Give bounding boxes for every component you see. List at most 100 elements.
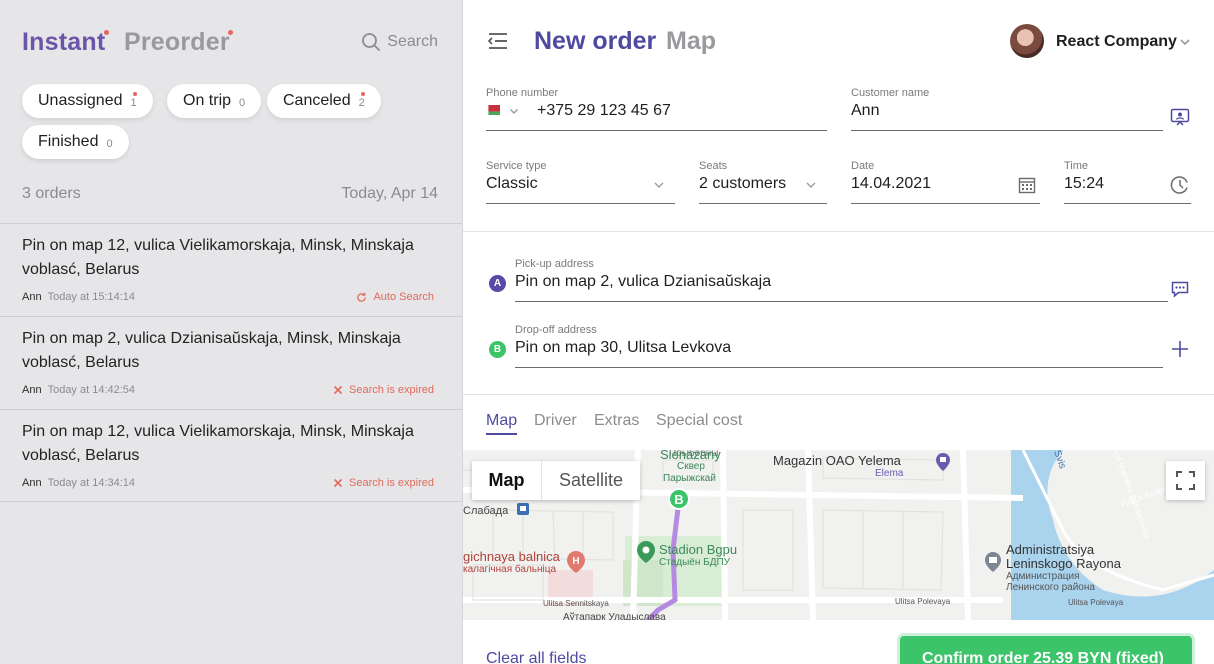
date-input[interactable]: 14.04.2021 [851,175,931,193]
notification-dot [132,92,137,96]
tab-instant[interactable]: Instant [22,28,109,57]
map-label: Elema [875,468,904,479]
order-footer: Clear all fields Confirm order 25.39 BYN… [463,620,1214,664]
phone-input[interactable]: +375 29 123 45 67 [537,102,671,120]
clock-icon[interactable] [1170,175,1190,195]
map-label: Ulitsa Polevaya [895,597,951,606]
field-underline [851,203,1040,204]
field-underline [1064,203,1191,204]
filter-chip-canceled[interactable]: Canceled 2 [267,84,381,118]
field-underline [515,301,1168,302]
filter-chip-on-trip[interactable]: On trip 0 [167,84,262,118]
order-time: Today at 14:34:14 [47,477,136,489]
order-item[interactable]: Pin on map 12, vulica Vielikamorskaja, M… [0,409,462,502]
order-status: Auto Search [356,291,434,303]
map-label: Ulitsa Sennitskaya [543,599,609,608]
menu-collapse-icon[interactable] [487,31,509,51]
notification-dot [360,92,365,96]
time-input[interactable]: 15:24 [1064,175,1104,193]
contact-card-icon[interactable] [1170,107,1190,127]
refresh-icon [357,292,367,302]
chip-count: 1 [130,97,137,109]
clear-all-fields-button[interactable]: Clear all fields [486,650,586,664]
field-underline [515,367,1163,368]
calendar-icon[interactable] [1018,176,1036,194]
dropoff-label: Drop-off address [515,324,597,336]
shopping-pin-icon [936,453,950,471]
route-marker-b[interactable]: B [668,488,690,510]
chevron-down-icon[interactable] [1179,36,1191,48]
tab-preorder-label: Preorder [124,28,230,56]
fullscreen-button[interactable] [1166,461,1205,500]
map-label: Ленинского района [1006,582,1095,593]
order-time: Today at 15:14:14 [47,291,136,303]
chevron-down-icon[interactable] [805,179,817,191]
close-icon [333,385,343,395]
confirm-order-button[interactable]: Confirm order 25.39 BYN (fixed) [900,636,1192,664]
chevron-down-icon[interactable] [653,179,665,191]
tab-special-cost[interactable]: Special cost [656,412,742,430]
order-item[interactable]: Pin on map 12, vulica Vielikamorskaja, M… [0,223,462,316]
dropoff-address-input[interactable]: Pin on map 30, Ulitsa Levkova [515,339,731,357]
map-view[interactable]: Прыборны Sienazany Сквер Парыжскай Слаба… [463,450,1214,620]
close-icon [333,478,343,488]
tab-extras[interactable]: Extras [594,412,639,430]
order-address: Pin on map 12, vulica Vielikamorskaja, M… [22,237,414,278]
bus-stop-icon [517,503,529,515]
tab-map-view[interactable]: Map [486,412,518,435]
company-name[interactable]: React Company [1056,33,1177,51]
comment-icon[interactable] [1170,279,1190,299]
tab-preorder[interactable]: Preorder [124,28,233,57]
search-button[interactable]: Search [361,32,438,52]
field-underline [486,203,675,204]
map-label: Стадыён БДПУ [659,557,731,568]
tab-map[interactable]: Map [666,27,716,56]
map-type-map-button[interactable]: Map [472,461,542,500]
seats-select[interactable]: 2 customers [699,175,786,193]
tab-new-order[interactable]: New order [534,27,656,56]
map-label: калагічная бальніца [463,564,557,575]
chip-label: Canceled [283,92,351,109]
orders-panel: Instant Preorder Search Unassigned 1 On … [0,0,463,664]
service-type-select[interactable]: Classic [486,175,538,193]
filter-chip-finished[interactable]: Finished 0 [22,125,129,159]
chip-count: 2 [358,97,365,109]
chip-label: Finished [38,133,99,150]
map-label: Administratsiya [1006,542,1095,557]
dropoff-marker-badge: B [489,341,506,358]
map-label: Сквер [677,461,705,472]
flag-icon[interactable] [486,105,500,115]
map-label: Слабада [463,505,509,517]
chevron-down-icon[interactable] [509,106,519,116]
order-status-text: Search is expired [349,477,434,489]
avatar[interactable] [1010,24,1044,58]
map-label: Ulitsa Polevaya [1068,598,1124,607]
map-label: Leninskogo Rayona [1006,556,1121,571]
order-meta: Ann Today at 14:34:14 [22,477,135,489]
seats-label: Seats [699,160,728,172]
search-icon [362,33,381,51]
orders-count: 3 orders [22,185,81,202]
map-type-toggle: Map Satellite [472,461,640,500]
map-label: Stadion Bgpu [659,542,738,557]
search-label: Search [387,33,438,50]
order-item[interactable]: Pin on map 2, vulica Dzianisaŭskaja, Min… [0,316,462,409]
filter-chip-unassigned[interactable]: Unassigned 1 [22,84,153,118]
map-type-satellite-button[interactable]: Satellite [542,461,640,500]
order-customer: Ann [22,384,42,396]
top-bar: New order Map React Company [463,0,1214,84]
pickup-address-input[interactable]: Pin on map 2, vulica Dzianisaŭskaja [515,273,771,291]
fullscreen-icon [1176,471,1195,490]
plus-icon[interactable] [1170,339,1190,359]
order-address: Pin on map 12, vulica Vielikamorskaja, M… [22,423,414,464]
field-underline [851,130,1163,131]
chip-count: 0 [239,97,246,109]
notification-dot [104,30,109,35]
map-label: Администрация [1006,571,1080,582]
chip-count: 0 [106,138,113,150]
field-underline [486,130,827,131]
order-address: Pin on map 2, vulica Dzianisaŭskaja, Min… [22,330,401,371]
customer-name-input[interactable]: Ann [851,102,879,120]
time-label: Time [1064,160,1089,172]
tab-driver[interactable]: Driver [534,412,577,430]
